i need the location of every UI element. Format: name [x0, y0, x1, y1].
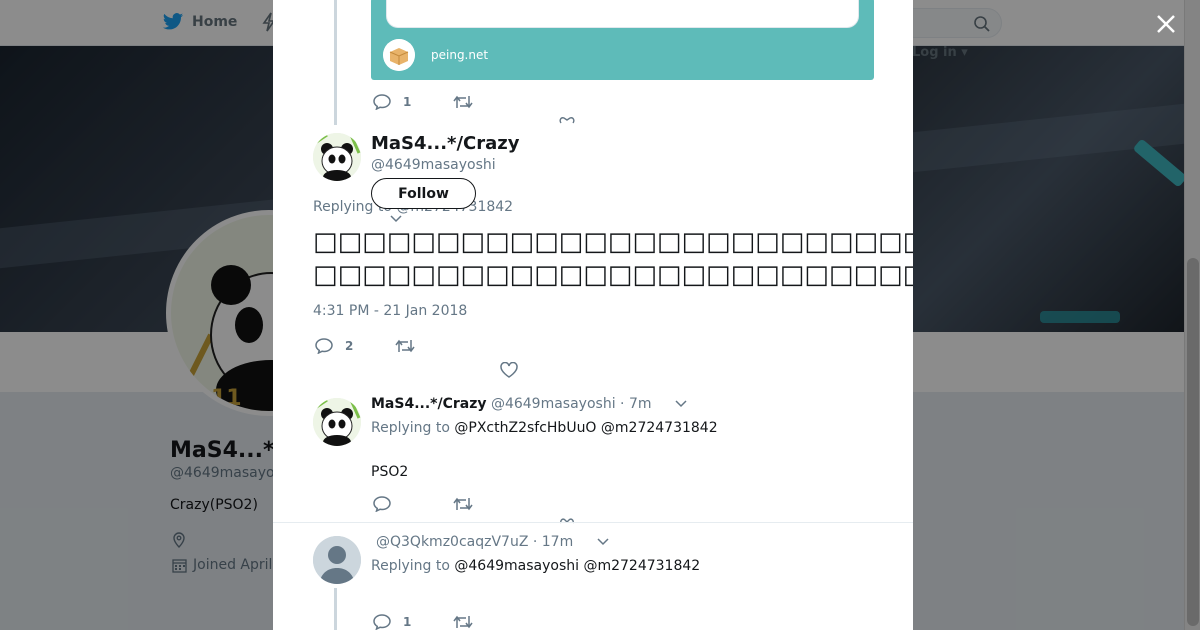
reply-icon[interactable]	[373, 496, 391, 512]
reply-header: MaS4...*/Crazy @4649masayoshi · 7m	[371, 396, 688, 412]
panda-avatar-image	[313, 133, 361, 181]
link-card[interactable]: peing.net	[371, 0, 874, 80]
reply-display-name[interactable]: MaS4...*/Crazy	[371, 396, 487, 412]
reply-avatar[interactable]	[313, 536, 361, 584]
replying-prefix: Replying to	[371, 558, 450, 574]
heart-icon[interactable]	[559, 518, 575, 524]
chevron-down-icon[interactable]	[389, 214, 403, 224]
reply-header: @Q3Qkmz0caqzV7uZ · 17m	[376, 534, 610, 550]
main-tweet-text: □□□□□□□□□□□□□□□□□□□□□□□□□Linux□□□□□□□□□□…	[313, 226, 913, 292]
reply-button[interactable]: 1	[373, 614, 411, 630]
reply-actions	[373, 496, 473, 512]
panda-avatar-image	[313, 398, 361, 446]
reply-handle[interactable]: @Q3Qkmz0caqzV7uZ	[376, 534, 528, 550]
reply-icon	[315, 338, 333, 354]
reply-replying-to: Replying to @PXcthZ2sfcHbUuO @m272473184…	[371, 420, 718, 436]
chevron-down-icon[interactable]	[674, 399, 688, 409]
reply-icon	[373, 94, 391, 110]
reply-mentions[interactable]: @PXcthZ2sfcHbUuO @m2724731842	[454, 420, 717, 436]
thread-line	[334, 588, 337, 630]
main-tweet-display-name[interactable]: MaS4...*/Crazy	[371, 133, 520, 154]
close-icon[interactable]	[1152, 10, 1180, 38]
reply-mentions[interactable]: @4649masayoshi @m2724731842	[454, 558, 700, 574]
reply-count: 2	[345, 339, 354, 353]
main-tweet-text-line-1: □□□□□□□□□□□□□□□□□□□□□□□□□Linux□□□□□□□□□□…	[313, 227, 913, 257]
reply-time[interactable]: · 7m	[620, 396, 651, 412]
main-tweet-avatar[interactable]	[313, 133, 361, 181]
main-tweet-text-line-2: □□□□□□□□□□□□□□□□□□□□□□□□□□□□□□□□□□□□□□□□…	[313, 260, 913, 290]
reply-actions: 1	[373, 614, 473, 630]
peing-box-icon	[383, 39, 415, 71]
retweet-icon[interactable]	[453, 497, 473, 511]
reply-icon	[373, 614, 391, 630]
divider	[273, 522, 913, 523]
reply-avatar[interactable]	[313, 398, 361, 446]
reply-text: PSO2	[371, 464, 409, 480]
reply-button[interactable]: 2	[315, 338, 353, 354]
follow-button[interactable]: Follow	[371, 178, 476, 209]
chevron-down-icon[interactable]	[596, 537, 610, 547]
link-card-preview	[386, 0, 859, 28]
retweet-icon[interactable]	[453, 615, 473, 629]
card-domain: peing.net	[431, 48, 489, 62]
reply-count: 1	[403, 95, 412, 109]
reply-time[interactable]: · 17m	[533, 534, 573, 550]
reply-handle[interactable]: @4649masayoshi	[491, 396, 616, 412]
retweet-icon[interactable]	[395, 339, 415, 353]
like-heart-icon[interactable]	[500, 362, 518, 378]
main-tweet-timestamp[interactable]: 4:31 PM - 21 Jan 2018	[313, 303, 467, 319]
reply-count: 1	[403, 615, 412, 629]
tweet-modal: peing.net 1 MaS4...*/Crazy @4649masayosh…	[273, 0, 913, 630]
prev-tweet-actions: 1	[373, 94, 473, 110]
reply-button[interactable]: 1	[373, 94, 411, 110]
thread-line	[334, 0, 337, 125]
retweet-icon[interactable]	[453, 95, 473, 109]
main-tweet-handle[interactable]: @4649masayoshi	[371, 157, 496, 173]
heart-icon[interactable]	[559, 116, 575, 126]
default-profile-icon	[313, 536, 361, 584]
main-tweet-actions: 2	[315, 338, 415, 354]
reply-replying-to: Replying to @4649masayoshi @m2724731842	[371, 558, 700, 574]
replying-prefix: Replying to	[371, 420, 450, 436]
